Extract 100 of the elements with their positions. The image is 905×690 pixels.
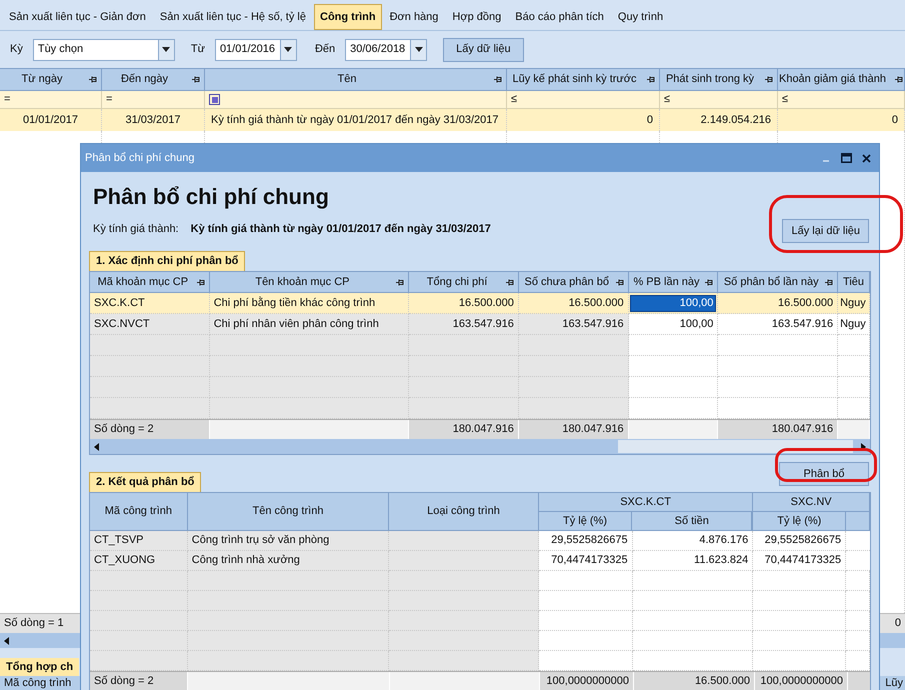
column-header[interactable]: Tên: [205, 69, 507, 90]
table-cell: 0: [778, 109, 905, 131]
table-cell: 70,4474173325: [538, 551, 633, 571]
maximize-icon[interactable]: [841, 153, 852, 163]
column-group-header: SXC.NV: [753, 493, 869, 512]
filter-operator[interactable]: =: [4, 91, 10, 108]
column-header[interactable]: Số phân bổ lần này: [718, 272, 838, 292]
total-cell: 180.047.916: [518, 420, 629, 439]
column-header[interactable]: Mã công trình: [90, 493, 188, 530]
dialog-heading: Phân bổ chi phí chung: [92, 183, 330, 211]
table-cell-text: 0: [894, 616, 902, 632]
period-value: Kỳ tính giá thành từ ngày 01/01/2017 đến ngày 31/03/2017: [190, 222, 491, 237]
scroll-left-icon[interactable]: [4, 636, 9, 644]
section-tab[interactable]: 2. Kết quả phân bổ: [89, 472, 202, 492]
table-cell: 70,4474173325: [753, 551, 846, 571]
section-tab[interactable]: 1. Xác định chi phí phân bổ: [89, 251, 246, 271]
filter-operator[interactable]: ≤: [511, 91, 518, 108]
pin-icon[interactable]: [646, 75, 655, 84]
tab[interactable]: Sản xuất liên tục - Hệ số, tỷ lệ: [154, 4, 312, 30]
column-header[interactable]: Tên công trình: [188, 493, 390, 530]
pin-icon[interactable]: [493, 75, 502, 84]
scroll-left-icon[interactable]: [94, 442, 99, 450]
column-header[interactable]: Tỷ lệ (%): [753, 512, 846, 530]
pin-icon[interactable]: [614, 278, 624, 286]
pin-icon[interactable]: [88, 75, 97, 84]
column-header[interactable]: Khoản giảm giá thành: [778, 69, 905, 90]
period-dropdown[interactable]: Tùy chọn: [32, 38, 175, 60]
tab[interactable]: Quy trình: [612, 4, 670, 30]
tab[interactable]: Tổng hợp ch: [0, 658, 80, 676]
table-cell: Công trình nhà xưởng: [188, 551, 390, 571]
table-cell: Kỳ tính giá thành từ ngày 01/01/2017 đến ngày 31/03/2017: [205, 109, 507, 131]
column-header[interactable]: Phát sinh trong kỳ: [660, 69, 778, 90]
column-header[interactable]: Tiêu: [838, 272, 870, 292]
column-header[interactable]: Từ ngày: [0, 69, 102, 90]
table-cell: 11.623.824: [632, 551, 754, 571]
table-cell: 163.547.916: [518, 314, 629, 335]
load-data-button[interactable]: Lấy dữ liệu: [443, 38, 524, 62]
table-cell: 01/01/2017: [0, 109, 102, 131]
filter-operator[interactable]: ≤: [782, 91, 788, 108]
column-header[interactable]: Mã công trình: [0, 674, 76, 690]
table-cell: Nguy: [838, 314, 870, 335]
column-header[interactable]: % PB lần này: [628, 272, 718, 292]
window-title: Phân bổ chi phí chung: [85, 150, 196, 166]
period-label: Kỳ tính giá thành:: [93, 222, 179, 237]
scrollbar-thumb[interactable]: [618, 440, 853, 453]
column-header[interactable]: Mã khoản mục CP: [90, 272, 210, 292]
filter-operator[interactable]: =: [106, 91, 112, 108]
column-header[interactable]: Lũy: [883, 674, 905, 690]
tab[interactable]: Hợp đồng: [446, 4, 508, 30]
column-header[interactable]: Loại công trình: [389, 493, 539, 530]
tab[interactable]: Sản xuất liên tục - Giản đơn: [3, 4, 152, 30]
column-header[interactable]: Đến ngày: [102, 69, 205, 90]
period-label: Kỳ: [10, 42, 23, 58]
table-cell: SXC.NVCT: [90, 314, 210, 335]
table-cell: 29,5525826675: [753, 531, 846, 551]
pin-icon[interactable]: [764, 75, 773, 84]
column-header[interactable]: Tỷ lệ (%): [538, 512, 632, 530]
tab[interactable]: Công trình: [314, 4, 382, 30]
table-cell: 0: [507, 109, 660, 131]
table-cell: 100,00: [628, 314, 718, 335]
column-header[interactable]: Lũy kế phát sinh kỳ trước: [507, 69, 660, 90]
filter-checkbox-icon[interactable]: [209, 94, 220, 105]
table-row[interactable]: 01/01/2017 31/03/2017 Kỳ tính giá thành từ ngày 01/01/2017 đến ngày 31/03/2017 0 2.149.054.216 0: [0, 109, 905, 131]
table-row[interactable]: SXC.NVCT Chi phí nhân viên phân công trình 163.547.916 163.547.916 100,00 163.547.916 Nguy: [90, 314, 870, 335]
total-cell: 180.047.916: [409, 420, 519, 439]
total-cell: 180.047.916: [718, 420, 838, 439]
pin-icon[interactable]: [395, 278, 404, 286]
tab[interactable]: Báo cáo phân tích: [509, 4, 610, 30]
pin-icon[interactable]: [704, 278, 714, 286]
column-group-header: SXC.K.CT: [538, 493, 752, 512]
table-cell: 31/03/2017: [102, 109, 205, 131]
pin-icon[interactable]: [196, 278, 205, 286]
table-row[interactable]: SXC.K.CT Chi phí bằng tiền khác công trình 16.500.000 16.500.000 100,00 16.500.000 Nguy: [90, 293, 870, 314]
close-icon[interactable]: [862, 154, 871, 162]
percent-input[interactable]: 100,00: [630, 294, 716, 312]
table-cell: 163.547.916: [718, 314, 838, 335]
from-label: Từ: [190, 42, 205, 58]
table-cell: CT_TSVP: [90, 531, 188, 551]
to-label: Đến: [314, 42, 336, 58]
reload-data-button[interactable]: Lấy lại dữ liệu: [782, 219, 869, 243]
column-header[interactable]: Số chưa phân bổ: [518, 272, 629, 292]
pin-icon[interactable]: [824, 278, 834, 286]
caret-icon: [414, 47, 423, 52]
column-header[interactable]: Tên khoản mục CP: [210, 272, 410, 292]
pin-icon[interactable]: [191, 75, 200, 84]
from-date-field[interactable]: 01/01/2016: [214, 38, 297, 60]
table-cell: CT_XUONG: [90, 551, 188, 571]
scroll-right-icon[interactable]: [861, 442, 866, 450]
tab[interactable]: Đơn hàng: [384, 4, 444, 30]
table-cell: 2.149.054.216: [660, 109, 778, 131]
column-header[interactable]: Tổng chi phí: [409, 272, 519, 292]
pin-icon[interactable]: [894, 75, 904, 84]
to-date-field[interactable]: 30/06/2018: [345, 38, 428, 60]
column-header[interactable]: Số tiền: [632, 512, 752, 530]
table-cell: 163.547.916: [409, 314, 519, 335]
table-cell: 4.876.176: [632, 531, 754, 551]
pin-icon[interactable]: [504, 278, 514, 286]
table-cell: Chi phí nhân viên phân công trình: [210, 314, 410, 335]
caret-icon: [162, 47, 170, 52]
filter-operator[interactable]: ≤: [664, 91, 670, 108]
